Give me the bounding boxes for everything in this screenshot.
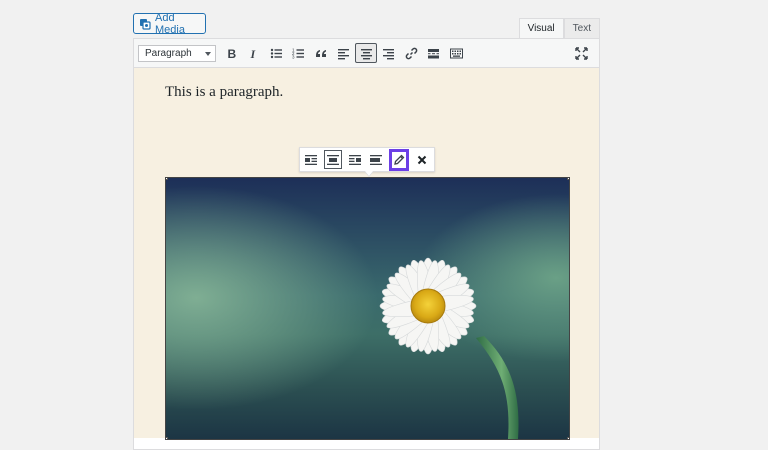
resize-handle-top-left[interactable] bbox=[166, 178, 168, 180]
resize-handle-top-right[interactable] bbox=[567, 178, 569, 180]
fullscreen-button[interactable] bbox=[571, 43, 593, 63]
blockquote-button[interactable] bbox=[310, 43, 332, 63]
align-right-button[interactable] bbox=[378, 43, 400, 63]
image-align-left-icon bbox=[305, 154, 318, 165]
align-left-button[interactable] bbox=[333, 43, 355, 63]
blockquote-icon bbox=[315, 49, 326, 57]
edit-image-button[interactable] bbox=[388, 148, 410, 171]
selected-image[interactable] bbox=[165, 177, 570, 440]
toolbar-pointer-inner bbox=[365, 171, 373, 176]
resize-handle-bottom-left[interactable] bbox=[166, 437, 168, 439]
image-align-none-icon bbox=[370, 154, 383, 165]
resize-handle-bottom-right[interactable] bbox=[567, 437, 569, 439]
paragraph-text[interactable]: This is a paragraph. bbox=[165, 84, 283, 101]
image-align-right-button[interactable] bbox=[345, 150, 364, 169]
chevron-down-icon bbox=[205, 51, 211, 56]
image-toolbar bbox=[299, 147, 435, 177]
format-select[interactable]: Paragraph bbox=[138, 44, 216, 62]
toolbar-toggle-button[interactable] bbox=[445, 43, 467, 63]
editor-toolbar: Paragraph B I 1 2 3 bbox=[134, 39, 599, 68]
pencil-edit-icon bbox=[394, 154, 405, 165]
read-more-button[interactable] bbox=[423, 43, 445, 63]
add-media-button[interactable]: Add Media bbox=[133, 11, 206, 36]
svg-text:B: B bbox=[227, 47, 236, 60]
italic-button[interactable]: I bbox=[243, 43, 265, 63]
numbered-list-icon: 1 2 3 bbox=[292, 47, 304, 59]
daisy-flower-illustration bbox=[379, 257, 519, 439]
add-media-label: Add Media bbox=[155, 11, 185, 36]
image-align-left-button[interactable] bbox=[302, 150, 321, 169]
align-right-icon bbox=[383, 48, 394, 59]
remove-image-button[interactable] bbox=[412, 150, 431, 169]
bold-button[interactable]: B bbox=[220, 43, 242, 63]
editor-content[interactable]: This is a paragraph. bbox=[134, 68, 599, 440]
editor-frame: Paragraph B I 1 2 3 This is a paragraph. bbox=[133, 38, 600, 450]
media-icon bbox=[139, 18, 151, 30]
tab-visual[interactable]: Visual bbox=[518, 18, 564, 38]
svg-text:3: 3 bbox=[292, 54, 295, 59]
tab-text[interactable]: Text bbox=[563, 18, 600, 38]
read-more-icon bbox=[428, 48, 439, 58]
bulleted-list-icon bbox=[270, 48, 282, 58]
editor-mode-tabs: Visual Text bbox=[518, 18, 600, 38]
numbered-list-button[interactable]: 1 2 3 bbox=[288, 43, 310, 63]
bold-icon: B bbox=[227, 47, 236, 60]
align-center-icon bbox=[360, 48, 372, 59]
image-align-none-button[interactable] bbox=[367, 150, 386, 169]
bulleted-list-button[interactable] bbox=[265, 43, 287, 63]
align-left-icon bbox=[338, 48, 349, 59]
link-icon bbox=[405, 47, 417, 59]
format-select-value: Paragraph bbox=[145, 47, 192, 59]
image-align-center-button[interactable] bbox=[323, 150, 343, 169]
image-align-right-icon bbox=[348, 154, 361, 165]
image-align-center-icon bbox=[326, 154, 339, 165]
link-button[interactable] bbox=[400, 43, 422, 63]
italic-icon: I bbox=[250, 47, 257, 60]
fullscreen-icon bbox=[575, 46, 588, 60]
svg-text:I: I bbox=[250, 47, 257, 60]
align-center-button[interactable] bbox=[355, 43, 377, 63]
toolbar-toggle-icon bbox=[449, 48, 463, 58]
remove-icon bbox=[417, 155, 426, 164]
